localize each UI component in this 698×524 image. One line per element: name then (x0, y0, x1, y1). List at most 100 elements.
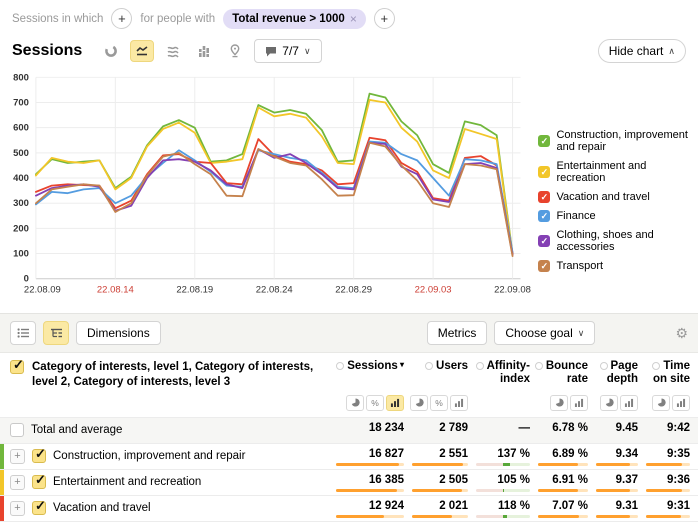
row-checkbox[interactable] (32, 475, 46, 489)
metric-value: 118 % (468, 495, 530, 521)
row-label[interactable]: Construction, improvement and repair (53, 450, 245, 462)
table-row: +Entertainment and recreation16 3852 505… (0, 469, 698, 495)
metric-help-icon[interactable] (600, 362, 608, 370)
column-display-toggles: %% (328, 395, 690, 411)
segment-tag[interactable]: Total revenue > 1000 × (223, 9, 366, 29)
pie-display-toggle[interactable] (652, 395, 670, 411)
metric-help-icon[interactable] (652, 362, 660, 370)
metric-share-bar (336, 463, 404, 466)
column-header-page-depth[interactable]: Page depth (588, 360, 638, 386)
list-view-toggle[interactable] (10, 321, 36, 345)
bar-display-toggle[interactable] (620, 395, 638, 411)
legend-checkbox[interactable]: ✓ (538, 166, 550, 178)
pie-display-toggle[interactable] (550, 395, 568, 411)
x-axis-tick-label: 22.08.14 (97, 285, 134, 296)
x-axis-tick-label: 22.08.24 (256, 285, 293, 296)
legend-item[interactable]: ✓ Entertainment and recreation (538, 160, 696, 184)
gear-icon[interactable]: ⚙ (675, 325, 688, 342)
legend-checkbox[interactable]: ✓ (538, 235, 550, 247)
metric-share-bar (412, 489, 468, 492)
segment-filter-bar: Sessions in which + for people with Tota… (0, 0, 698, 31)
metric-value: 7.07 % (530, 495, 588, 521)
metric-value: 9.34 (588, 443, 638, 469)
legend-checkbox[interactable]: ✓ (538, 260, 550, 272)
row-label-area: Total and average (4, 423, 328, 437)
legend-item[interactable]: ✓ Clothing, shoes and accessories (538, 229, 696, 253)
legend-checkbox[interactable]: ✓ (538, 210, 550, 222)
percent-display-toggle[interactable]: % (366, 395, 384, 411)
column-header-bounce-rate[interactable]: Bounce rate (530, 360, 588, 386)
line-chart-type-button[interactable] (130, 40, 154, 62)
legend-label: Entertainment and recreation (556, 160, 696, 184)
row-checkbox[interactable] (32, 449, 46, 463)
remove-segment-icon[interactable]: × (350, 12, 357, 26)
pie-chart-type-button[interactable] (99, 40, 123, 62)
chevron-up-icon: ∧ (668, 46, 675, 57)
column-header-users[interactable]: Users (404, 360, 468, 386)
y-axis-tick-label: 0 (24, 274, 29, 285)
x-axis-tick-label: 22.09.03 (415, 285, 452, 296)
tree-view-toggle[interactable] (43, 321, 69, 345)
column-header-sessions[interactable]: Sessions ▾ (328, 360, 404, 386)
expand-row-button[interactable]: + (10, 475, 25, 490)
add-session-condition-button[interactable]: + (111, 8, 132, 29)
legend-label: Transport (556, 260, 603, 272)
legend-item[interactable]: ✓Vacation and travel (538, 191, 696, 203)
bar-display-toggle[interactable] (672, 395, 690, 411)
y-axis-tick-label: 700 (13, 97, 29, 108)
map-chart-type-button[interactable] (223, 40, 247, 62)
bar-display-icon (454, 398, 464, 407)
metric-share-bar (646, 489, 690, 492)
pie-display-toggle[interactable] (410, 395, 428, 411)
metrics-button[interactable]: Metrics (427, 321, 488, 345)
column-toggle-group: % (404, 395, 468, 411)
select-all-checkbox[interactable] (10, 360, 24, 374)
annotations-dropdown[interactable]: 7/7 ∨ (254, 39, 321, 63)
metric-value: 9.31 (588, 495, 638, 521)
metric-value: 137 % (468, 443, 530, 469)
row-label[interactable]: Vacation and travel (53, 502, 151, 514)
column-header-time-on-site[interactable]: Time on site (638, 360, 690, 386)
legend-item[interactable]: ✓ Transport (538, 260, 696, 272)
legend-item[interactable]: ✓Finance (538, 210, 696, 222)
donut-chart-icon (104, 44, 118, 58)
y-axis-tick-label: 800 (13, 72, 29, 83)
metric-help-icon[interactable] (535, 362, 543, 370)
hide-chart-label: Hide chart (609, 44, 664, 58)
metric-share-bar (538, 515, 588, 518)
metric-value: 9:31 (638, 495, 690, 521)
metric-value: 105 % (468, 469, 530, 495)
row-label[interactable]: Entertainment and recreation (53, 476, 201, 488)
table-row: +Vacation and travel12 9242 021118 %7.07… (0, 495, 698, 521)
metric-help-icon[interactable] (425, 362, 433, 370)
expand-row-button[interactable]: + (10, 501, 25, 516)
stacked-area-chart-type-button[interactable] (161, 40, 185, 62)
column-toggle-group (588, 395, 638, 411)
pie-display-toggle[interactable] (600, 395, 618, 411)
legend-label: Clothing, shoes and accessories (556, 229, 696, 253)
legend-checkbox[interactable]: ✓ (538, 135, 550, 147)
metric-help-icon[interactable] (336, 362, 344, 370)
bar-display-toggle[interactable] (450, 395, 468, 411)
legend-item[interactable]: ✓Construction, improvement and repair (538, 129, 696, 153)
column-header-affinity-index[interactable]: Affinity-index (468, 360, 530, 386)
list-view-icon (17, 327, 30, 339)
choose-goal-dropdown[interactable]: Choose goal ∨ (494, 321, 595, 345)
metric-help-icon[interactable] (476, 362, 484, 370)
column-chart-type-button[interactable] (192, 40, 216, 62)
add-people-condition-button[interactable]: + (374, 8, 395, 29)
bar-display-toggle[interactable] (570, 395, 588, 411)
metric-value: 9:36 (638, 469, 690, 495)
legend-checkbox[interactable]: ✓ (538, 191, 550, 203)
pie-display-toggle[interactable] (346, 395, 364, 411)
metric-share-bar (596, 489, 638, 492)
row-checkbox[interactable] (10, 423, 24, 437)
expand-row-button[interactable]: + (10, 449, 25, 464)
metric-value: 9.37 (588, 469, 638, 495)
bar-display-toggle[interactable] (386, 395, 404, 411)
hide-chart-button[interactable]: Hide chart ∧ (598, 39, 686, 63)
percent-display-toggle[interactable]: % (430, 395, 448, 411)
dimensions-button[interactable]: Dimensions (76, 321, 161, 345)
row-checkbox[interactable] (32, 501, 46, 515)
sessions-line-chart: 010020030040050060070080022.08.0922.08.1… (2, 67, 538, 305)
